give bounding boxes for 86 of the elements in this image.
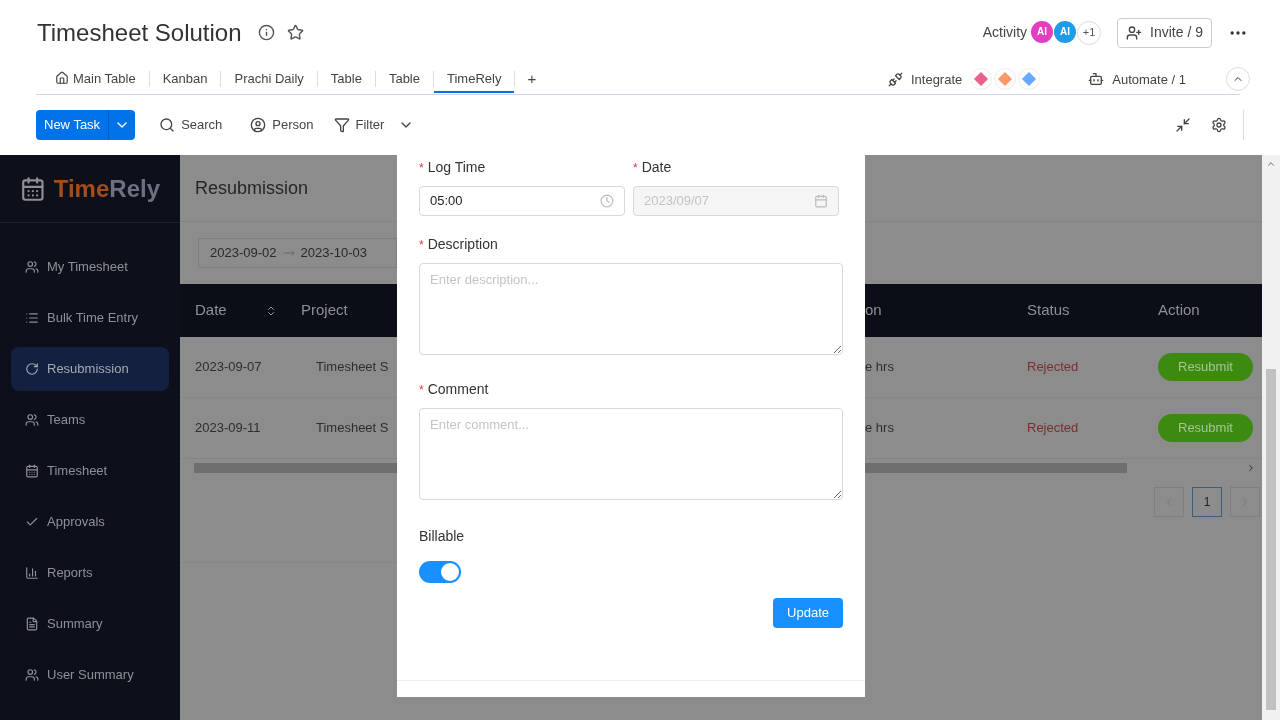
check-icon xyxy=(25,515,39,529)
field-label: Description xyxy=(427,235,498,254)
required-mark: * xyxy=(419,381,424,399)
board-title: Timesheet Solution xyxy=(37,17,242,48)
table-cell-text: 2023-09-07 xyxy=(195,358,263,377)
sidebar-item[interactable]: Summary xyxy=(11,602,169,646)
field-label: Comment xyxy=(427,380,489,399)
search-button[interactable]: Search xyxy=(159,115,223,135)
scroll-up-icon[interactable] xyxy=(1266,159,1276,169)
chart-icon xyxy=(25,566,39,580)
user-avatar[interactable]: AI xyxy=(1031,20,1054,43)
add-view-button[interactable]: + xyxy=(515,68,549,91)
new-task-button[interactable]: New Task xyxy=(36,110,136,141)
field-label: Date xyxy=(641,158,672,177)
collapse-icon[interactable] xyxy=(1175,117,1191,134)
column-header[interactable]: Date xyxy=(195,299,265,322)
table-cell-text: e hrs xyxy=(865,358,894,377)
status-text: Rejected xyxy=(1027,358,1079,377)
users-icon xyxy=(25,260,39,274)
column-header[interactable]: Project xyxy=(301,299,348,322)
sidebar-item[interactable]: Teams xyxy=(11,398,169,442)
add-user-icon xyxy=(1126,24,1143,41)
sidebar-item[interactable]: Approvals xyxy=(11,500,169,544)
update-button[interactable]: Update xyxy=(773,598,843,628)
activity-link[interactable]: Activity xyxy=(982,22,1028,44)
users-icon xyxy=(25,668,39,682)
logo-text: TimeRely xyxy=(53,173,160,204)
page-title: Resubmission xyxy=(195,176,309,200)
field-label: Billable xyxy=(419,527,466,546)
required-mark: * xyxy=(419,236,424,254)
sidebar-item[interactable]: Resubmission xyxy=(11,347,169,391)
document-icon xyxy=(25,617,39,631)
calendar-icon xyxy=(25,464,39,478)
horizontal-scrollbar[interactable] xyxy=(194,463,397,473)
filter-icon xyxy=(333,117,350,134)
table-cell-text: Timesheet S xyxy=(316,358,389,377)
table-cell-text: e hrs xyxy=(865,419,894,438)
search-icon xyxy=(159,117,176,134)
column-header: Status xyxy=(1027,300,1070,321)
horizontal-scrollbar[interactable] xyxy=(865,463,1127,473)
clock-icon xyxy=(600,194,614,208)
view-tab[interactable]: Prachi Daily xyxy=(221,65,317,94)
invite-button[interactable]: Invite / 9 xyxy=(1117,17,1212,48)
field-label: Log Time xyxy=(427,158,486,177)
required-mark: * xyxy=(419,159,424,177)
star-icon[interactable] xyxy=(286,24,304,42)
home-icon xyxy=(55,71,69,86)
vertical-scrollbar[interactable] xyxy=(1262,155,1280,720)
sidebar-item[interactable]: My Timesheet xyxy=(11,245,169,289)
table-cell-text: 2023-09-11 xyxy=(195,419,262,438)
robot-icon xyxy=(1088,71,1105,88)
calendar-clock-icon xyxy=(20,175,46,202)
sidebar-item[interactable]: Timesheet xyxy=(11,449,169,493)
info-icon[interactable] xyxy=(257,24,275,42)
integrate-link[interactable]: Integrate xyxy=(910,69,963,90)
person-button[interactable]: Person xyxy=(250,115,314,135)
sidebar-item[interactable]: Bulk Time Entry xyxy=(11,296,169,340)
sidebar-item[interactable]: User Summary xyxy=(11,653,169,697)
date-range-field[interactable]: 2023-09-02 2023-10-03 xyxy=(198,238,397,268)
status-text: Rejected xyxy=(1027,419,1079,438)
column-header: Action xyxy=(1158,300,1200,321)
billable-toggle[interactable] xyxy=(419,561,461,583)
users-icon xyxy=(25,413,39,427)
view-tab[interactable]: Table xyxy=(375,65,433,94)
view-tab[interactable]: Table xyxy=(317,65,375,94)
filter-button[interactable]: Filter xyxy=(333,115,415,135)
view-tab[interactable]: Main Table xyxy=(42,65,149,94)
calendar-icon xyxy=(814,194,828,208)
list-icon xyxy=(25,311,39,325)
person-icon xyxy=(250,117,267,134)
sort-icon[interactable] xyxy=(265,304,277,317)
table-cell-text: Timesheet S xyxy=(316,419,389,438)
column-header: on xyxy=(865,300,882,321)
view-tab[interactable]: Kanban xyxy=(149,65,221,94)
page-button[interactable]: 1 xyxy=(1192,487,1222,517)
plug-icon xyxy=(887,72,903,87)
time-field[interactable]: 05:00 xyxy=(419,186,625,216)
description-field[interactable]: Enter description... xyxy=(419,263,843,355)
required-mark: * xyxy=(633,159,638,177)
automate-link[interactable]: Automate / 1 xyxy=(1112,69,1186,90)
settings-icon[interactable] xyxy=(1211,117,1227,134)
more-users-badge[interactable]: +1 xyxy=(1077,20,1102,45)
scroll-right-icon[interactable] xyxy=(1246,463,1256,473)
refresh-icon xyxy=(25,362,39,376)
comment-field[interactable]: Enter comment... xyxy=(419,408,843,500)
sidebar-item[interactable]: Reports xyxy=(11,551,169,595)
